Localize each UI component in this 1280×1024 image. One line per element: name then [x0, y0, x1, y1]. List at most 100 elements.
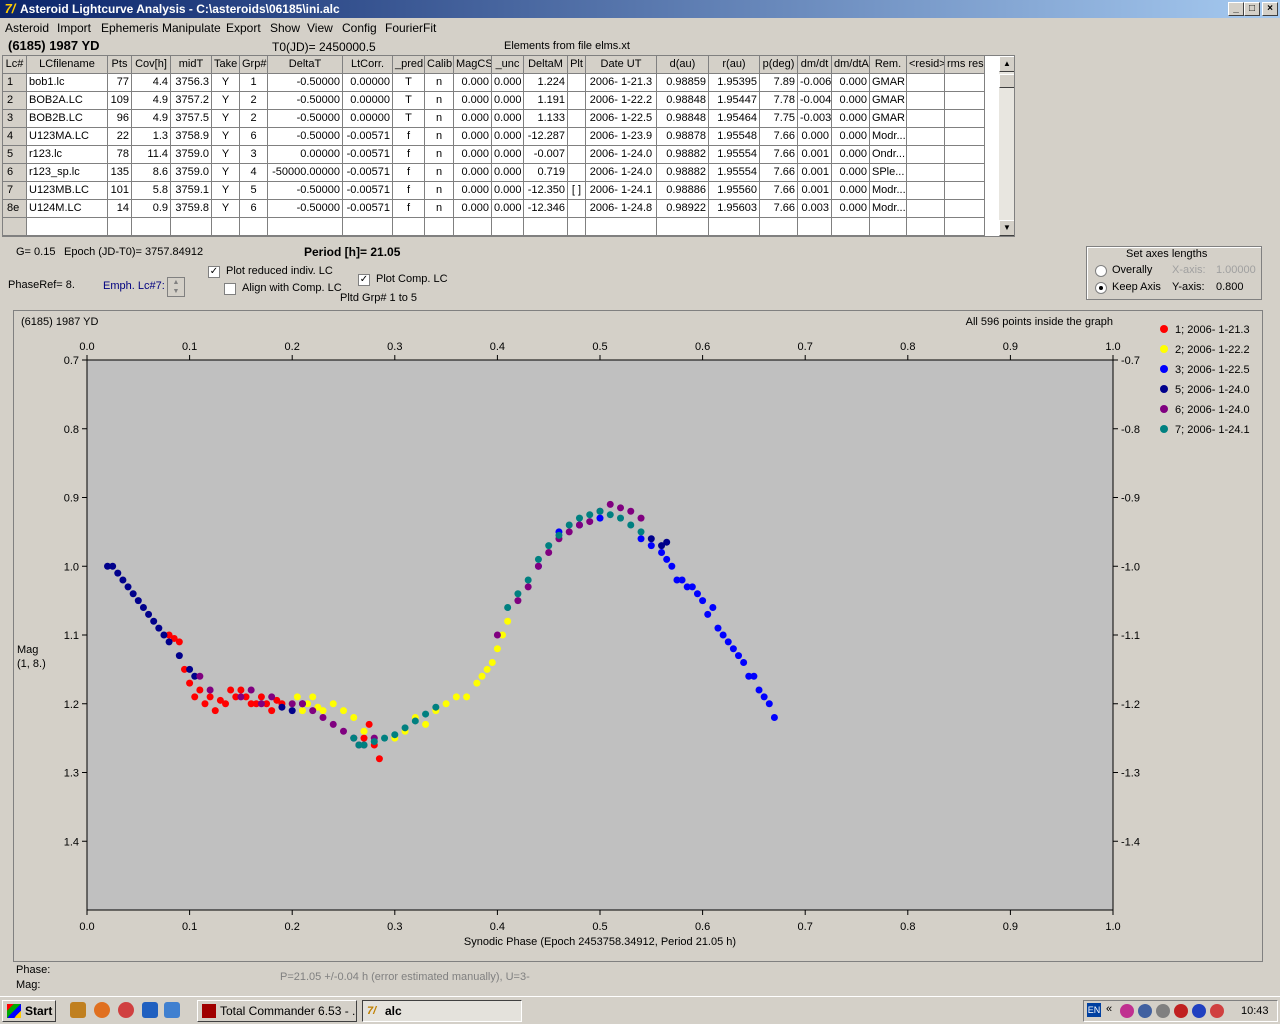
table-cell[interactable]: 0.000 — [832, 146, 870, 164]
table-cell[interactable]: [ ] — [568, 182, 586, 200]
table-cell[interactable]: 1.133 — [524, 110, 568, 128]
menu-fourierfit[interactable]: FourierFit — [385, 21, 436, 35]
task-total-commander[interactable]: Total Commander 6.53 - ... — [197, 1000, 357, 1022]
table-cell[interactable]: f — [393, 200, 425, 218]
empty-cell[interactable] — [524, 218, 568, 236]
table-cell[interactable]: n — [425, 182, 454, 200]
table-cell[interactable]: 96 — [108, 110, 132, 128]
menu-export[interactable]: Export — [226, 21, 261, 35]
table-cell[interactable]: 1.95554 — [709, 164, 760, 182]
table-cell[interactable]: 0.000 — [832, 164, 870, 182]
table-cell[interactable]: 11.4 — [132, 146, 171, 164]
table-cell[interactable]: 78 — [108, 146, 132, 164]
plot-comp-checkbox[interactable]: ✓ — [358, 274, 370, 286]
empty-cell[interactable] — [268, 218, 343, 236]
table-cell[interactable]: -0.00571 — [343, 182, 393, 200]
column-header[interactable]: _pred. — [393, 56, 425, 74]
table-cell[interactable]: f — [393, 164, 425, 182]
table-cell[interactable]: 0.000 — [454, 146, 492, 164]
table-cell[interactable]: 0.003 — [798, 200, 832, 218]
table-cell[interactable]: 0.00000 — [268, 146, 343, 164]
table-cell[interactable]: T — [393, 110, 425, 128]
table-cell[interactable]: 0.00000 — [343, 74, 393, 92]
table-cell[interactable]: 0.98878 — [657, 128, 709, 146]
table-cell[interactable]: 4.9 — [132, 92, 171, 110]
table-cell[interactable]: 1.95548 — [709, 128, 760, 146]
empty-cell[interactable] — [132, 218, 171, 236]
table-cell[interactable]: Y — [212, 92, 240, 110]
tray-icon-6[interactable] — [1210, 1004, 1224, 1018]
table-cell[interactable]: T — [393, 92, 425, 110]
scroll-thumb[interactable] — [999, 74, 1014, 88]
overally-radio[interactable] — [1095, 265, 1107, 277]
column-header[interactable]: DeltaT — [268, 56, 343, 74]
table-cell[interactable]: Y — [212, 110, 240, 128]
table-cell[interactable]: 7.66 — [760, 128, 798, 146]
table-cell[interactable] — [568, 110, 586, 128]
column-header[interactable]: midT — [171, 56, 212, 74]
table-cell[interactable]: 3759.0 — [171, 146, 212, 164]
table-cell[interactable]: 0.9 — [132, 200, 171, 218]
table-cell[interactable]: 3756.3 — [171, 74, 212, 92]
table-cell[interactable]: 2 — [240, 110, 268, 128]
table-cell[interactable]: 2006- 1-24.1 — [586, 182, 657, 200]
table-cell[interactable]: 0.001 — [798, 182, 832, 200]
table-cell[interactable]: 4 — [240, 164, 268, 182]
column-header[interactable]: Cov[h] — [132, 56, 171, 74]
table-cell[interactable] — [907, 146, 945, 164]
empty-cell[interactable] — [657, 218, 709, 236]
table-cell[interactable] — [945, 92, 985, 110]
table-cell[interactable]: GMAR — [870, 110, 907, 128]
table-cell[interactable]: -0.007 — [524, 146, 568, 164]
table-cell[interactable]: -0.006 — [798, 74, 832, 92]
table-cell[interactable]: 3759.8 — [171, 200, 212, 218]
table-cell[interactable]: 0.000 — [832, 110, 870, 128]
table-cell[interactable]: n — [425, 200, 454, 218]
table-cell[interactable]: -0.50000 — [268, 200, 343, 218]
table-cell[interactable]: 0.00000 — [343, 92, 393, 110]
empty-cell[interactable] — [760, 218, 798, 236]
table-cell[interactable]: BOB2A.LC — [27, 92, 108, 110]
column-header[interactable]: LtCorr. — [343, 56, 393, 74]
table-cell[interactable]: 0.000 — [492, 200, 524, 218]
table-cell[interactable]: 3 — [240, 146, 268, 164]
close-button[interactable]: × — [1262, 2, 1278, 16]
scroll-up-button[interactable]: ▲ — [999, 56, 1014, 72]
table-cell[interactable] — [945, 146, 985, 164]
menu-import[interactable]: Import — [57, 21, 91, 35]
table-cell[interactable]: 4.4 — [132, 74, 171, 92]
table-cell[interactable]: 4.9 — [132, 110, 171, 128]
menu-ephemeris[interactable]: Ephemeris — [101, 21, 158, 35]
table-cell[interactable]: bob1.lc — [27, 74, 108, 92]
column-header[interactable]: Calib. — [425, 56, 454, 74]
table-cell[interactable]: -0.50000 — [268, 128, 343, 146]
empty-cell[interactable] — [798, 218, 832, 236]
table-cell[interactable]: Ondr... — [870, 146, 907, 164]
empty-cell[interactable] — [27, 218, 108, 236]
menu-view[interactable]: View — [307, 21, 333, 35]
table-cell[interactable]: 0.000 — [492, 92, 524, 110]
table-cell[interactable]: 0.000 — [832, 182, 870, 200]
column-header[interactable]: Take — [212, 56, 240, 74]
table-cell[interactable]: 3757.5 — [171, 110, 212, 128]
table-cell[interactable]: GMAR — [870, 74, 907, 92]
table-cell[interactable]: Y — [212, 164, 240, 182]
table-cell[interactable]: 0.000 — [492, 146, 524, 164]
bluetooth-icon[interactable] — [1192, 1004, 1206, 1018]
table-cell[interactable] — [907, 92, 945, 110]
column-header[interactable]: _unc — [492, 56, 524, 74]
table-cell[interactable]: 0.000 — [492, 182, 524, 200]
table-cell[interactable]: 0.98848 — [657, 92, 709, 110]
table-cell[interactable]: 0.000 — [832, 92, 870, 110]
table-cell[interactable]: 5 — [240, 182, 268, 200]
table-cell[interactable]: n — [425, 110, 454, 128]
table-cell[interactable] — [945, 164, 985, 182]
table-cell[interactable]: 1.95464 — [709, 110, 760, 128]
empty-cell[interactable] — [343, 218, 393, 236]
menu-config[interactable]: Config — [342, 21, 377, 35]
empty-cell[interactable] — [907, 218, 945, 236]
table-cell[interactable]: 109 — [108, 92, 132, 110]
table-cell[interactable]: -0.50000 — [268, 110, 343, 128]
table-cell[interactable]: -0.00571 — [343, 146, 393, 164]
empty-cell[interactable] — [492, 218, 524, 236]
